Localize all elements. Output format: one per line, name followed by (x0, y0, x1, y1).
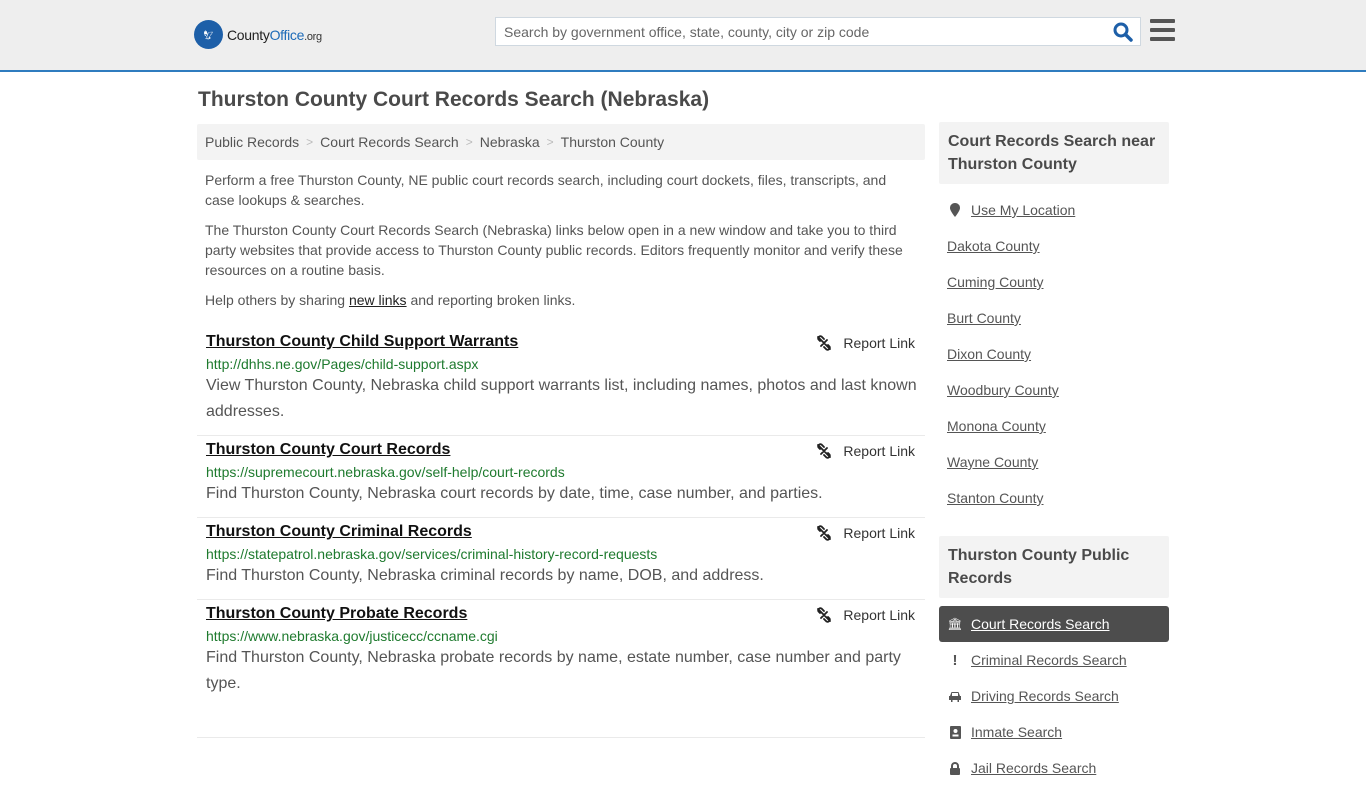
public-records-item: Driving Records Search (939, 678, 1169, 714)
search-input[interactable] (496, 18, 1096, 45)
nearby-county-item: Woodbury County (939, 372, 1169, 408)
driving-records-search-link[interactable]: Driving Records Search (971, 688, 1119, 704)
courthouse-icon: 🏛︎ (947, 617, 963, 631)
broken-link-icon (817, 443, 832, 459)
search-button[interactable] (1112, 21, 1134, 43)
site-header: 🦅︎ CountyOffice.org (0, 0, 1366, 72)
report-link-button[interactable]: Report Link (816, 525, 915, 541)
nearby-county-item: Wayne County (939, 444, 1169, 480)
id-badge-icon (947, 725, 963, 739)
menu-bar (1150, 19, 1175, 23)
site-logo[interactable]: 🦅︎ CountyOffice.org (194, 20, 322, 49)
broken-link-icon (817, 525, 832, 541)
county-link-dakota[interactable]: Dakota County (947, 238, 1040, 254)
car-icon (947, 691, 963, 702)
record-url[interactable]: http://dhhs.ne.gov/Pages/child-support.a… (206, 356, 917, 372)
intro-paragraph-2: The Thurston County Court Records Search… (205, 222, 903, 278)
nearby-county-item: Cuming County (939, 264, 1169, 300)
report-link-label: Report Link (843, 607, 915, 623)
menu-bar (1150, 37, 1175, 41)
breadcrumb-thurston-county[interactable]: Thurston County (561, 134, 665, 150)
exclamation-icon: ! (952, 651, 958, 669)
nearby-county-item: Burt County (939, 300, 1169, 336)
use-my-location-item: Use My Location (939, 192, 1169, 228)
county-link-stanton[interactable]: Stanton County (947, 490, 1044, 506)
intro-text-after: and reporting broken links. (406, 292, 576, 308)
nearby-county-item: Dixon County (939, 336, 1169, 372)
breadcrumb-nebraska[interactable]: Nebraska (480, 134, 540, 150)
records-list: Thurston County Child Support Warrants R… (197, 328, 925, 738)
map-marker-icon (947, 203, 963, 217)
breadcrumb: Public Records > Court Records Search > … (197, 124, 925, 160)
record-description: View Thurston County, Nebraska child sup… (206, 377, 917, 420)
county-link-burt[interactable]: Burt County (947, 310, 1021, 326)
public-records-item-active[interactable]: 🏛︎ Court Records Search (939, 606, 1169, 642)
broken-link-icon (817, 335, 832, 351)
county-link-monona[interactable]: Monona County (947, 418, 1046, 434)
report-link-label: Report Link (843, 443, 915, 459)
use-my-location-link[interactable]: Use My Location (971, 202, 1075, 218)
new-links-link[interactable]: new links (349, 292, 407, 308)
jail-records-search-link[interactable]: Jail Records Search (971, 760, 1096, 776)
report-link-button[interactable]: Report Link (816, 607, 915, 623)
lock-icon (947, 761, 963, 775)
record-item: Thurston County Child Support Warrants R… (197, 328, 925, 436)
county-link-wayne[interactable]: Wayne County (947, 454, 1038, 470)
broken-link-icon (817, 607, 832, 623)
eagle-logo-icon: 🦅︎ (194, 20, 223, 49)
record-title-link[interactable]: Thurston County Criminal Records (206, 523, 472, 541)
record-item: Thurston County Probate Records Report L… (197, 600, 925, 738)
search-icon (1113, 22, 1133, 42)
public-records-list: 🏛︎ Court Records Search ! Criminal Recor… (939, 606, 1169, 786)
inmate-search-link[interactable]: Inmate Search (971, 724, 1062, 740)
breadcrumb-public-records[interactable]: Public Records (205, 134, 299, 150)
record-description: Find Thurston County, Nebraska criminal … (206, 567, 764, 584)
record-title-link[interactable]: Thurston County Child Support Warrants (206, 333, 518, 351)
nearby-county-item: Monona County (939, 408, 1169, 444)
county-link-woodbury[interactable]: Woodbury County (947, 382, 1059, 398)
breadcrumb-separator: > (465, 135, 473, 149)
main-content: Public Records > Court Records Search > … (197, 124, 925, 738)
breadcrumb-separator: > (306, 135, 314, 149)
nearby-list: Use My Location Dakota County Cuming Cou… (939, 192, 1169, 516)
sidebar: Court Records Search near Thurston Count… (939, 122, 1169, 786)
record-description: Find Thurston County, Nebraska probate r… (206, 649, 901, 692)
record-item: Thurston County Court Records Report Lin… (197, 436, 925, 518)
public-records-item: ! Criminal Records Search (939, 642, 1169, 678)
nearby-county-item: Stanton County (939, 480, 1169, 516)
report-link-label: Report Link (843, 525, 915, 541)
intro-paragraph-1: Perform a free Thurston County, NE publi… (205, 172, 887, 208)
logo-text: CountyOffice.org (227, 26, 322, 43)
report-link-label: Report Link (843, 335, 915, 351)
breadcrumb-separator: > (546, 135, 554, 149)
record-description: Find Thurston County, Nebraska court rec… (206, 485, 823, 502)
record-url[interactable]: https://statepatrol.nebraska.gov/service… (206, 546, 917, 562)
criminal-records-search-link[interactable]: Criminal Records Search (971, 652, 1127, 668)
court-records-search-link[interactable]: Court Records Search (971, 616, 1110, 632)
report-link-button[interactable]: Report Link (816, 443, 915, 459)
public-records-heading: Thurston County Public Records (939, 536, 1169, 598)
county-link-cuming[interactable]: Cuming County (947, 274, 1044, 290)
intro-text: Perform a free Thurston County, NE publi… (197, 170, 925, 310)
record-title-link[interactable]: Thurston County Probate Records (206, 605, 467, 623)
nearby-heading: Court Records Search near Thurston Count… (939, 122, 1169, 184)
intro-paragraph-3: Help others by sharing new links and rep… (205, 290, 917, 310)
menu-bar (1150, 28, 1175, 32)
page-title: Thurston County Court Records Search (Ne… (198, 88, 710, 111)
public-records-item: Inmate Search (939, 714, 1169, 750)
record-title-link[interactable]: Thurston County Court Records (206, 441, 450, 459)
nearby-county-item: Dakota County (939, 228, 1169, 264)
breadcrumb-court-records-search[interactable]: Court Records Search (320, 134, 459, 150)
record-url[interactable]: https://supremecourt.nebraska.gov/self-h… (206, 464, 917, 480)
intro-text-before: Help others by sharing (205, 292, 349, 308)
record-item: Thurston County Criminal Records Report … (197, 518, 925, 600)
report-link-button[interactable]: Report Link (816, 335, 915, 351)
county-link-dixon[interactable]: Dixon County (947, 346, 1031, 362)
hamburger-menu-button[interactable] (1150, 19, 1175, 42)
record-url[interactable]: https://www.nebraska.gov/justicecc/ccnam… (206, 628, 917, 644)
search-box (495, 17, 1141, 46)
public-records-item: Jail Records Search (939, 750, 1169, 786)
